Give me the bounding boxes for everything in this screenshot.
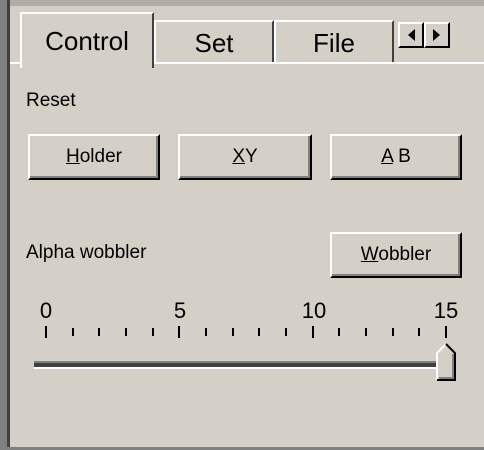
slider-tick — [205, 328, 207, 336]
reset-label: Reset — [26, 90, 76, 111]
slider-tick — [311, 326, 314, 338]
tab-scroll-right-button[interactable] — [424, 22, 450, 48]
arrow-right-icon — [433, 29, 440, 41]
window-top-band — [10, 0, 484, 6]
slider-tick — [71, 328, 74, 336]
slider-tick — [45, 326, 47, 338]
alpha-wobbler-label: Alpha wobbler — [26, 242, 147, 263]
tab-control[interactable]: Control — [20, 12, 154, 68]
property-sheet-window: Control Set File Reset Holder XY A B Alp… — [0, 0, 484, 450]
slider-tick-label: 10 — [301, 298, 327, 323]
ab-button[interactable]: A B — [330, 134, 462, 180]
tab-file-label: File — [313, 27, 355, 58]
slider-tick-label: 0 — [39, 298, 53, 323]
slider-tick-label: 5 — [173, 298, 187, 323]
slider-tick — [258, 328, 261, 336]
slider-tick — [365, 328, 367, 336]
holder-button[interactable]: Holder — [28, 134, 160, 180]
slider-track — [34, 361, 456, 369]
slider-tick — [151, 328, 154, 336]
slider-tick — [338, 328, 341, 336]
wobbler-button[interactable]: Wobbler — [330, 232, 462, 278]
holder-button-label: Holder — [66, 146, 122, 167]
slider-tick — [125, 328, 127, 336]
slider-thumb[interactable] — [436, 343, 456, 381]
tab-set-label: Set — [194, 27, 234, 58]
xy-button-label: XY — [232, 146, 258, 167]
slider-tick — [285, 328, 287, 336]
ab-button-label: A B — [381, 146, 411, 167]
tab-scroll-left-button[interactable] — [398, 22, 424, 48]
wobbler-button-label: Wobbler — [360, 244, 432, 265]
tab-set[interactable]: Set — [154, 20, 274, 64]
slider-tick-label: 15 — [433, 298, 459, 323]
tab-control-label: Control — [45, 25, 129, 56]
slider-tick — [178, 326, 181, 338]
slider-tick — [445, 326, 447, 338]
slider-tick — [391, 328, 394, 336]
slider-tick — [418, 328, 421, 336]
slider-tick — [231, 328, 234, 336]
tab-strip: Control Set File — [10, 8, 484, 68]
arrow-left-icon — [408, 29, 415, 41]
xy-button[interactable]: XY — [178, 134, 312, 180]
window-left-edge — [0, 0, 7, 450]
slider-tick — [98, 328, 101, 336]
tab-file[interactable]: File — [274, 20, 394, 64]
